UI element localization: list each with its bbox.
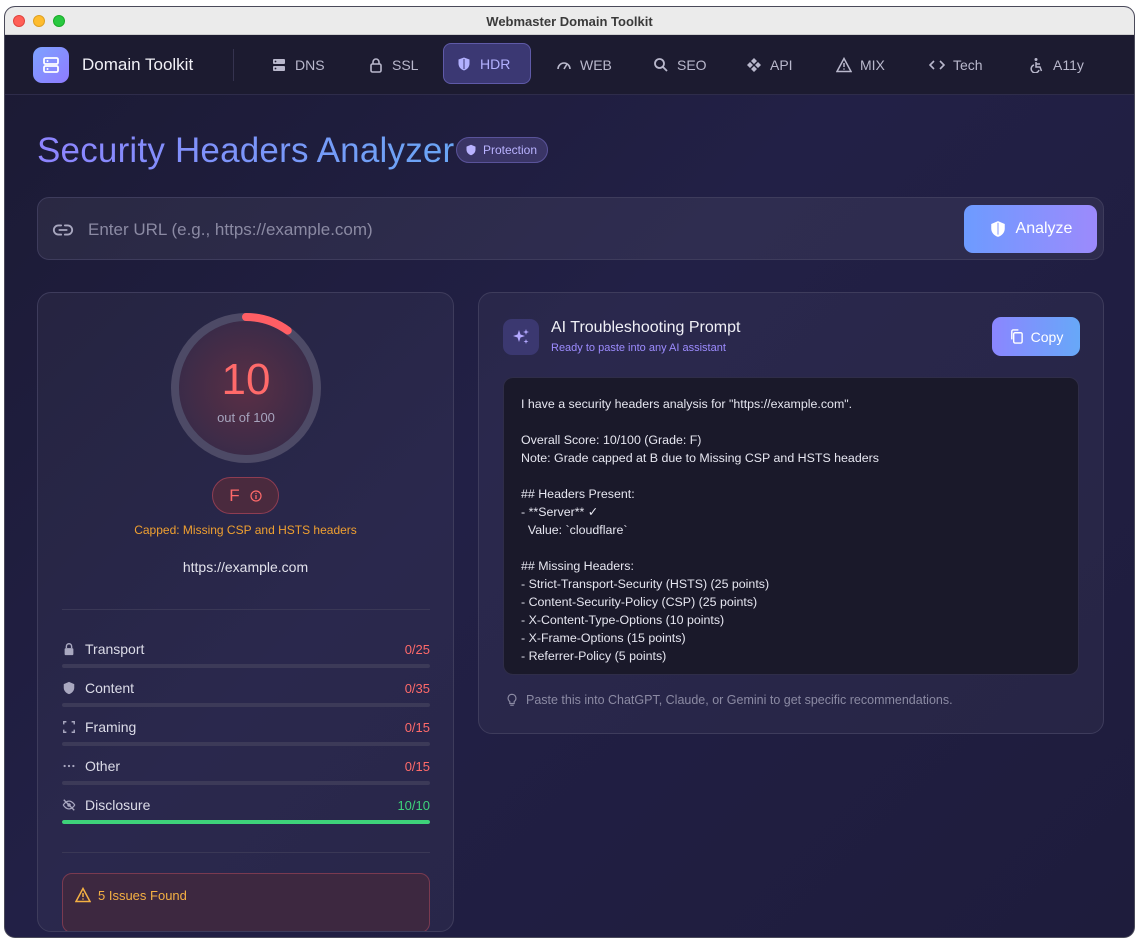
app-logo[interactable]: [33, 47, 69, 83]
diamond-arrows-icon: [747, 58, 761, 72]
nav-tab-ssl[interactable]: SSL: [356, 37, 430, 93]
eye-off-icon: [62, 799, 76, 811]
page-title: Security Headers Analyzer: [37, 131, 455, 170]
sparkles-icon: [503, 319, 539, 355]
prompt-subtitle: Ready to paste into any AI assistant: [551, 342, 726, 354]
nav-tab-web[interactable]: WEB: [544, 37, 624, 93]
lock-icon: [64, 643, 74, 656]
warning-icon: [75, 887, 91, 903]
server-icon: [43, 57, 59, 73]
warning-icon: [836, 57, 852, 73]
issues-panel[interactable]: 5 Issues Found: [62, 873, 430, 931]
category-disclosure: Disclosure 10/10: [62, 795, 430, 824]
issues-count-label: 5 Issues Found: [98, 888, 187, 903]
prompt-text-box[interactable]: I have a security headers analysis for "…: [503, 377, 1079, 675]
server-icon: [273, 59, 285, 71]
category-bar: [62, 820, 430, 824]
nav-tab-dns[interactable]: DNS: [259, 37, 337, 93]
analyze-button-label: Analyze: [1015, 220, 1073, 237]
category-label: Disclosure: [85, 797, 151, 813]
category-score: 0/15: [404, 719, 430, 735]
category-score: 10/10: [397, 797, 430, 813]
gauge-icon: [557, 62, 571, 70]
nav-label: SSL: [392, 57, 419, 73]
category-bar: [62, 781, 430, 785]
category-label: Other: [85, 758, 121, 774]
category-bar: [62, 703, 430, 707]
link-icon: [52, 224, 74, 236]
nav-divider: [233, 49, 234, 81]
prompt-tip-text: Paste this into ChatGPT, Claude, or Gemi…: [526, 693, 953, 707]
search-icon: [654, 58, 668, 72]
copy-button-label: Copy: [1030, 328, 1064, 345]
nav-tab-a11y[interactable]: A11y: [1017, 37, 1096, 93]
nav-tab-hdr[interactable]: HDR: [443, 43, 531, 84]
top-navbar: Domain Toolkit DNS SSL HDR WEB SEO API M…: [5, 35, 1134, 95]
divider: [62, 609, 430, 610]
grade-badge[interactable]: F: [212, 477, 279, 514]
grade-letter: F: [229, 485, 240, 505]
shield-check-icon: [990, 221, 1005, 237]
frame-icon: [63, 721, 75, 733]
protection-badge: Protection: [456, 137, 549, 163]
category-bar: [62, 664, 430, 668]
category-label: Framing: [85, 719, 137, 735]
score-value: 10: [221, 355, 271, 404]
category-bar: [62, 742, 430, 746]
nav-label: SEO: [677, 57, 707, 73]
category-framing: Framing 0/15: [62, 717, 430, 746]
score-max-label: out of 100: [217, 410, 275, 425]
nav-tab-mix[interactable]: MIX: [824, 37, 897, 93]
prompt-tip: Paste this into ChatGPT, Claude, or Gemi…: [505, 693, 953, 707]
badge-label: Protection: [483, 143, 538, 157]
nav-label: WEB: [580, 57, 612, 73]
ai-prompt-card: AI Troubleshooting Prompt Ready to paste…: [478, 292, 1104, 734]
lock-icon: [370, 58, 382, 73]
shield-icon: [466, 144, 476, 156]
copy-button[interactable]: Copy: [992, 317, 1080, 356]
info-icon: [250, 489, 262, 502]
score-card: 10 out of 100 F Capped: Missing CSP and …: [37, 292, 454, 932]
url-search-bar: Analyze: [37, 197, 1104, 260]
app-window: Webmaster Domain Toolkit Domain Toolkit …: [4, 6, 1135, 938]
brand-name: Domain Toolkit: [82, 55, 194, 74]
category-score: 0/35: [404, 680, 430, 696]
category-content: Content 0/35: [62, 678, 430, 707]
nav-label: HDR: [480, 55, 511, 72]
accessibility-icon: [1030, 58, 1043, 73]
category-score: 0/15: [404, 758, 430, 774]
nav-tab-api[interactable]: API: [734, 37, 805, 93]
copy-icon: [1010, 329, 1023, 344]
analyzed-url: https://example.com: [182, 559, 309, 575]
url-input[interactable]: [88, 211, 948, 248]
lightbulb-icon: [507, 693, 517, 706]
prompt-title: AI Troubleshooting Prompt: [551, 319, 741, 336]
window-title: Webmaster Domain Toolkit: [486, 14, 653, 29]
ellipsis-icon: [63, 764, 75, 768]
category-other: Other 0/15: [62, 756, 430, 785]
nav-label: API: [770, 57, 793, 73]
nav-label: MIX: [860, 57, 885, 73]
analyze-button[interactable]: Analyze: [964, 205, 1097, 253]
title-bar: Webmaster Domain Toolkit: [5, 7, 1134, 35]
nav-label: A11y: [1053, 57, 1084, 73]
category-bar-fill: [62, 820, 430, 824]
nav-tab-seo[interactable]: SEO: [641, 37, 719, 93]
code-icon: [929, 60, 945, 70]
shield-icon: [63, 681, 75, 695]
nav-label: DNS: [295, 57, 325, 73]
shield-icon: [458, 57, 470, 70]
prompt-text: I have a security headers analysis for "…: [521, 397, 879, 663]
category-transport: Transport 0/25: [62, 639, 430, 668]
divider: [62, 852, 430, 853]
category-score: 0/25: [404, 641, 430, 657]
nav-label: Tech: [953, 57, 983, 73]
category-label: Transport: [85, 641, 145, 657]
nav-tab-tech[interactable]: Tech: [917, 37, 995, 93]
category-label: Content: [85, 680, 135, 696]
grade-cap-note: Capped: Missing CSP and HSTS headers: [134, 523, 357, 537]
